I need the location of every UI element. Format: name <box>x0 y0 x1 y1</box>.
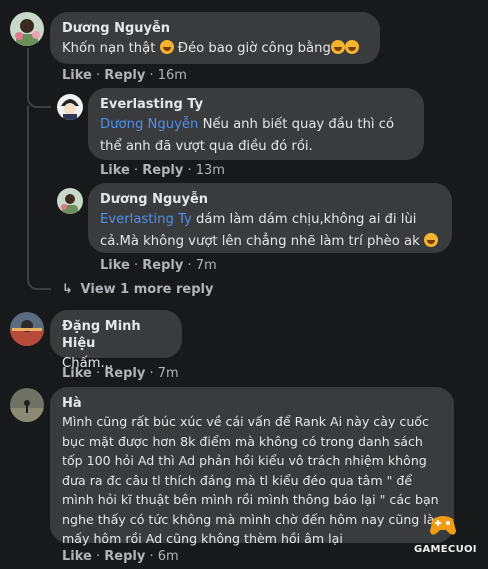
mention-link[interactable]: Dương Nguyễn <box>100 117 198 132</box>
avatar[interactable] <box>10 388 44 422</box>
reply-time[interactable]: 13m <box>196 163 225 178</box>
reply-bubble: Dương Nguyễn Everlasting Ty dám làm dám … <box>88 183 452 253</box>
laughing-emoji-icon <box>423 233 438 247</box>
reply-bubble: Everlasting Ty Dương Nguyễn Nếu anh biết… <box>88 88 424 160</box>
like-button[interactable]: Like <box>62 549 92 564</box>
like-button[interactable]: Like <box>62 366 92 381</box>
comment-actions: Like · Reply · 6m <box>62 549 179 564</box>
laughing-emoji-icon <box>344 40 359 54</box>
avatar[interactable] <box>57 94 83 120</box>
comment-text: Mình cũng rất búc xúc về cái vấn để Rank… <box>62 414 439 546</box>
view-more-replies-link[interactable]: ↳ View 1 more reply <box>62 282 213 297</box>
thread-connector <box>27 106 51 196</box>
comment-actions: Like · Reply · 16m <box>62 68 187 83</box>
comment-actions: Like · Reply · 7m <box>62 366 179 381</box>
comment-text: Khốn nạn thật <box>62 41 156 56</box>
comment-time[interactable]: 16m <box>158 68 187 83</box>
mention-link[interactable]: Everlasting Ty <box>100 212 192 227</box>
view-more-label: View 1 more reply <box>80 282 214 297</box>
comment-bubble: Dương Nguyễn Khốn nạn thật Đéo bao giờ c… <box>50 12 380 64</box>
comment-bubble: Đặng Minh Hiệu Chấm... <box>50 310 182 371</box>
laughing-emoji-icon <box>159 40 174 54</box>
laughing-emoji-icon <box>330 40 345 54</box>
reply-button[interactable]: Reply <box>142 258 183 273</box>
reply-button[interactable]: Reply <box>104 68 145 83</box>
comment-author[interactable]: Dương Nguyễn <box>62 20 368 37</box>
reply-button[interactable]: Reply <box>104 366 145 381</box>
watermark-text: GAMECUOI <box>414 544 477 555</box>
watermark-logo: GAMECUOI <box>414 515 477 555</box>
reply-author[interactable]: Dương Nguyễn <box>100 191 440 208</box>
comment-time[interactable]: 7m <box>158 366 179 381</box>
reply-button[interactable]: Reply <box>104 549 145 564</box>
gamepad-icon <box>430 516 456 535</box>
thread-connector <box>27 196 51 290</box>
comment-text-after: Đéo bao giờ công bằng <box>173 41 331 56</box>
avatar[interactable] <box>10 312 44 346</box>
reply-arrow-icon: ↳ <box>62 282 73 297</box>
comment-author[interactable]: Đặng Minh Hiệu <box>62 318 170 352</box>
thread-connector <box>27 48 51 108</box>
reply-button[interactable]: Reply <box>142 163 183 178</box>
comment-time[interactable]: 6m <box>158 549 179 564</box>
comment-bubble: Hà Mình cũng rất búc xúc về cái vấn để R… <box>50 387 454 546</box>
reply-actions: Like · Reply · 7m <box>100 258 217 273</box>
avatar[interactable] <box>57 188 83 214</box>
reply-time[interactable]: 7m <box>196 258 217 273</box>
reply-actions: Like · Reply · 13m <box>100 163 225 178</box>
like-button[interactable]: Like <box>62 68 92 83</box>
like-button[interactable]: Like <box>100 258 130 273</box>
comment-author[interactable]: Hà <box>62 395 444 412</box>
reply-author[interactable]: Everlasting Ty <box>100 96 412 113</box>
like-button[interactable]: Like <box>100 163 130 178</box>
avatar[interactable] <box>10 12 44 46</box>
